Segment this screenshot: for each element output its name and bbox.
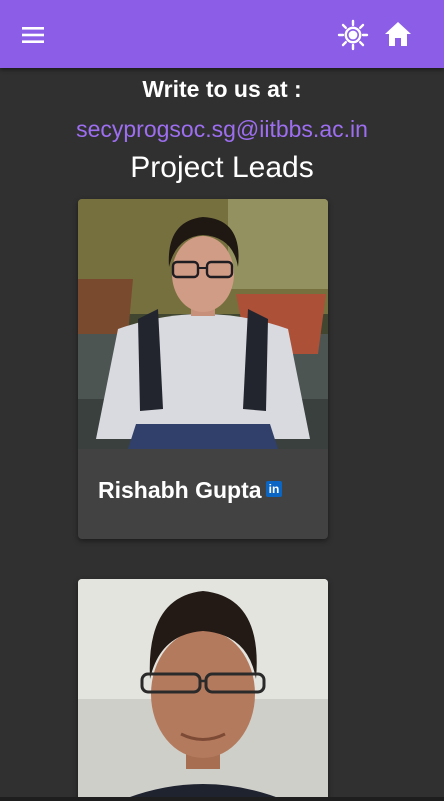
home-icon — [385, 22, 411, 46]
menu-button[interactable] — [16, 18, 50, 52]
project-leads-heading: Project Leads — [130, 151, 314, 184]
home-button[interactable] — [381, 17, 415, 51]
lead-card — [78, 579, 328, 801]
app-bar — [0, 0, 444, 68]
page-content: Write to us at : secyprogsoc.sg@iitbbs.a… — [0, 68, 444, 801]
menu-icon — [22, 27, 44, 43]
lead-card: Rishabh Gupta in — [78, 199, 328, 539]
bottom-edge — [0, 797, 444, 801]
linkedin-icon[interactable]: in — [266, 481, 282, 497]
lead-photo — [78, 199, 328, 449]
lead-name: Rishabh Gupta — [98, 477, 262, 503]
contact-heading: Write to us at : — [142, 76, 302, 102]
contact-email-link[interactable]: secyprogsoc.sg@iitbbs.ac.in — [0, 116, 444, 143]
theme-toggle-button[interactable] — [336, 18, 370, 52]
brightness-sun-icon — [337, 19, 369, 51]
lead-photo — [78, 579, 328, 801]
